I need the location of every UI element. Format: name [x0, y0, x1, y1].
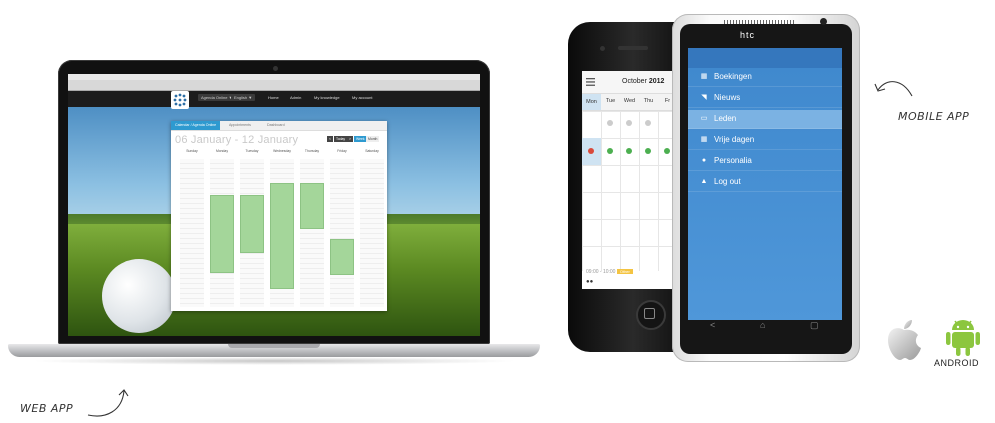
calendar-date-range-title: 06 January - 12 January: [175, 134, 299, 146]
mobile-app-arrow-icon: [874, 81, 913, 97]
day-header-saturday: Saturday: [365, 149, 379, 153]
nav-admin-link[interactable]: Admin: [290, 94, 301, 101]
iphone-event-row[interactable]: 09:00 - 10:00 Other: [582, 267, 680, 277]
browser-toolbar: [68, 80, 480, 91]
status-dot-green: [626, 148, 632, 154]
appointment-block[interactable]: [240, 195, 264, 253]
laptop-screen: Agenda Online ▼ English ▼ Home Admin My …: [68, 74, 480, 336]
year-number: 2012: [648, 78, 665, 85]
htc-camera: [820, 18, 827, 25]
appointment-block[interactable]: [300, 183, 324, 229]
day-header-thursday: Thursday: [304, 149, 320, 153]
home-square-icon: [644, 308, 655, 319]
today-button[interactable]: Today: [334, 136, 348, 142]
menu-item-leden[interactable]: ▭ Leden: [688, 110, 842, 129]
menu-icon[interactable]: [586, 78, 595, 86]
menu-item-label: Boekingen: [714, 72, 752, 81]
event-tag: Other: [616, 269, 633, 274]
lock-icon: ▲: [700, 178, 708, 185]
weekday-thu[interactable]: Thu: [639, 98, 658, 104]
laptop-shadow: [30, 357, 518, 365]
status-dot-grey: [645, 120, 651, 126]
day-header-monday: Monday: [215, 149, 229, 153]
nav-account-link[interactable]: My account: [352, 94, 372, 101]
laptop-camera: [273, 66, 278, 71]
appointment-block[interactable]: [210, 195, 234, 273]
menu-item-nieuws[interactable]: ◥ Nieuws: [688, 89, 842, 108]
iphone-camera: [600, 46, 605, 51]
iphone-month-title: October 2012: [622, 78, 664, 85]
day-header-friday: Friday: [337, 149, 347, 153]
status-dot-green: [664, 148, 670, 154]
menu-item-label: Personalia: [714, 156, 752, 165]
recent-apps-icon[interactable]: ▢: [810, 320, 819, 331]
day-header-wednesday: Wednesday: [273, 149, 291, 153]
menu-item-label: Leden: [714, 114, 737, 123]
menu-item-vrije-dagen[interactable]: ▦ Vrije dagen: [688, 131, 842, 150]
status-dot-green: [645, 148, 651, 154]
month-name: October: [622, 78, 647, 85]
appointment-block[interactable]: [270, 183, 294, 289]
weekday-wed[interactable]: Wed: [620, 98, 639, 104]
mobile-app-label: MOBILE APP: [898, 110, 970, 123]
iphone-screen: October 2012 Mon Tue Wed Thu Fr 09:00 - …: [582, 71, 680, 289]
menu-item-log-out[interactable]: ▲ Log out: [688, 173, 842, 192]
htc-brand-logo: htc: [740, 30, 756, 40]
calendar-icon: ▦: [700, 136, 708, 143]
nav-home-link[interactable]: Home: [268, 94, 279, 101]
tab-appointments[interactable]: Appointments: [225, 121, 255, 130]
day-column-friday[interactable]: [330, 159, 354, 307]
menu-item-boekingen[interactable]: ▦ Boekingen: [688, 68, 842, 87]
next-week-button[interactable]: >: [347, 136, 353, 142]
menu-item-label: Log out: [714, 177, 741, 186]
day-header-tuesday: Tuesday: [245, 149, 259, 153]
android-robot-icon: [946, 320, 980, 356]
iphone-speaker: [618, 46, 648, 50]
web-app-label: WEB APP: [20, 402, 74, 415]
book-icon: ▭: [700, 115, 708, 122]
person-icon: ●: [701, 157, 707, 164]
htc-menu-top-strip: [688, 48, 842, 68]
apple-logo-icon: [888, 320, 921, 360]
agenda-select[interactable]: Agenda Online ▼: [198, 94, 236, 101]
golf-ball-image: [102, 259, 176, 333]
htc-speaker-grille: [724, 20, 794, 24]
status-dot-green: [607, 148, 613, 154]
htc-screen: ▦ Boekingen ◥ Nieuws ▭ Leden ▦ Vrije dag…: [688, 48, 842, 320]
android-wordmark: ANDROID: [934, 358, 980, 368]
iphone-calendar-grid[interactable]: [582, 111, 680, 271]
people-icon: ●●: [586, 279, 594, 285]
weekday-mon[interactable]: Mon: [582, 94, 601, 110]
day-header-sunday: Sunday: [186, 149, 198, 153]
day-column-saturday[interactable]: [360, 159, 384, 307]
laptop-notch: [228, 344, 320, 348]
nav-knowledge-link[interactable]: My knowledge: [314, 94, 340, 101]
menu-item-label: Nieuws: [714, 93, 741, 102]
web-app-arrow-icon: [87, 389, 129, 417]
status-dot-grey: [626, 120, 632, 126]
status-dot-red: [588, 148, 594, 154]
tab-calendar[interactable]: Calendar / Agenda Online: [171, 121, 221, 130]
event-time: 09:00 - 10:00: [586, 269, 616, 275]
app-logo[interactable]: [171, 91, 189, 109]
day-column-thursday[interactable]: [300, 159, 324, 307]
month-view-button[interactable]: Month: [366, 136, 380, 142]
htc-nav-bar: < ⌂ ▢: [688, 320, 842, 342]
week-view-button[interactable]: Week: [354, 136, 367, 142]
home-icon[interactable]: ⌂: [760, 320, 765, 330]
status-dot-grey: [607, 120, 613, 126]
rss-icon: ◥: [701, 94, 707, 101]
weekday-tue[interactable]: Tue: [601, 98, 620, 104]
back-icon[interactable]: <: [710, 320, 715, 330]
calendar-panel: Calendar / Agenda Online Appointments Da…: [171, 121, 387, 311]
day-column-sunday[interactable]: [180, 159, 204, 307]
tab-dashboard[interactable]: Dashboard: [263, 121, 289, 130]
language-select[interactable]: English ▼: [231, 94, 256, 101]
prev-week-button[interactable]: <: [327, 136, 333, 142]
menu-item-label: Vrije dagen: [714, 135, 755, 144]
calendar-icon: ▦: [700, 73, 708, 80]
menu-item-personalia[interactable]: ● Personalia: [688, 152, 842, 171]
appointment-block[interactable]: [330, 239, 354, 275]
